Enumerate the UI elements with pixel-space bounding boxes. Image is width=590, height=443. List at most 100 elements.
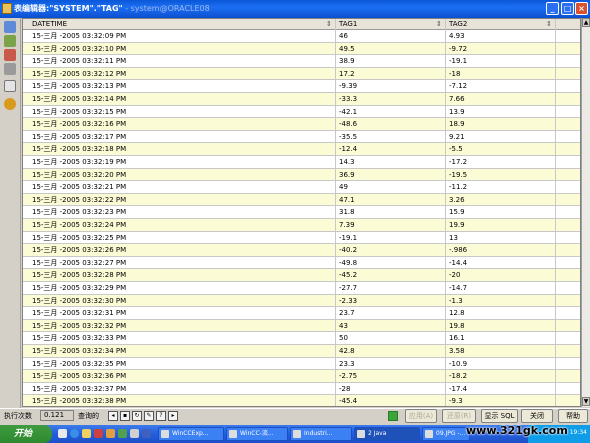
cell-datetime[interactable]: 15-三月 -2005 03:32:27 PM [32,257,126,269]
tool-icon[interactable] [142,429,151,438]
cell-tag1[interactable]: -48.6 [339,118,357,130]
cell-tag1[interactable]: 43 [339,320,348,332]
app-icon[interactable] [94,429,103,438]
cell-datetime[interactable]: 15-三月 -2005 03:32:13 PM [32,80,126,92]
column-header-datetime[interactable]: DATETIME [32,19,67,29]
cell-tag2[interactable]: 18.9 [449,118,465,130]
show-sql-button[interactable]: 显示 SQL [481,409,518,423]
start-button[interactable]: 开始 [0,425,52,443]
cell-tag1[interactable]: 46 [339,30,348,42]
column-header-tag1[interactable]: TAG1 [339,19,357,29]
cell-tag1[interactable]: 23.7 [339,307,355,319]
taskbar-item[interactable]: WinCCExp... [158,427,224,441]
cell-datetime[interactable]: 15-三月 -2005 03:32:25 PM [32,232,126,244]
cell-tag1[interactable]: -45.2 [339,269,357,281]
cell-datetime[interactable]: 15-三月 -2005 03:32:19 PM [32,156,126,168]
cell-tag2[interactable]: -10.9 [449,358,467,370]
table-row[interactable]: 15-三月 -2005 03:32:19 PM 14.3 -17.2 [23,156,580,169]
cell-datetime[interactable]: 15-三月 -2005 03:32:15 PM [32,106,126,118]
cell-tag2[interactable]: -19.1 [449,55,467,67]
nav-next-icon[interactable]: ▸ [168,411,178,421]
cell-tag2[interactable]: 12.8 [449,307,465,319]
table-row[interactable]: 15-三月 -2005 03:32:28 PM -45.2 -20 [23,269,580,282]
cell-tag1[interactable]: 17.2 [339,68,355,80]
table-row[interactable]: 15-三月 -2005 03:32:27 PM -49.8 -14.4 [23,257,580,270]
cell-datetime[interactable]: 15-三月 -2005 03:32:32 PM [32,320,126,332]
cell-tag2[interactable]: -5.5 [449,143,463,155]
cell-tag2[interactable]: 4.93 [449,30,465,42]
nav-prev-icon[interactable]: ▪ [120,411,130,421]
cell-datetime[interactable]: 15-三月 -2005 03:32:16 PM [32,118,126,130]
cell-datetime[interactable]: 15-三月 -2005 03:32:30 PM [32,295,126,307]
cell-tag2[interactable]: 3.58 [449,345,465,357]
table-row[interactable]: 15-三月 -2005 03:32:36 PM -2.75 -18.2 [23,370,580,383]
data-grid[interactable]: DATETIME ⇕ TAG1 ⇕ TAG2 ⇕ 15-三月 -2005 03:… [22,18,581,407]
column-resize-icon[interactable]: ⇕ [436,19,442,29]
cell-tag1[interactable]: 36.9 [339,169,355,181]
cell-tag1[interactable]: 42.8 [339,345,355,357]
cell-tag2[interactable]: 15.9 [449,206,465,218]
taskbar-item[interactable]: 09.JPG -... [422,427,470,441]
cell-datetime[interactable]: 15-三月 -2005 03:32:24 PM [32,219,126,231]
cell-datetime[interactable]: 15-三月 -2005 03:32:37 PM [32,383,126,395]
table-row[interactable]: 15-三月 -2005 03:32:09 PM 46 4.93 [23,30,580,43]
cell-datetime[interactable]: 15-三月 -2005 03:32:18 PM [32,143,126,155]
cell-datetime[interactable]: 15-三月 -2005 03:32:20 PM [32,169,126,181]
cell-datetime[interactable]: 15-三月 -2005 03:32:36 PM [32,370,126,382]
column-resize-icon[interactable]: ⇕ [326,19,332,29]
settings-icon[interactable] [4,35,16,47]
table-row[interactable]: 15-三月 -2005 03:32:30 PM -2.33 -1.3 [23,294,580,308]
cell-tag1[interactable]: -2.33 [339,295,357,307]
cell-tag2[interactable]: -14.4 [449,257,467,269]
cell-tag2[interactable]: 3.26 [449,194,465,206]
cell-tag2[interactable]: -7.12 [449,80,467,92]
cell-tag2[interactable]: -.986 [449,244,467,256]
cell-tag2[interactable]: 19.9 [449,219,465,231]
cell-tag2[interactable]: -18 [449,68,460,80]
table-row[interactable]: 15-三月 -2005 03:32:22 PM 47.1 3.26 [23,193,580,207]
scroll-up-icon[interactable]: ▲ [582,18,590,27]
cell-tag2[interactable]: 13 [449,232,458,244]
revert-button[interactable]: 还原(R) [442,409,476,423]
cell-tag1[interactable]: -12.4 [339,143,357,155]
cell-tag2[interactable]: -19.5 [449,169,467,181]
table-row[interactable]: 15-三月 -2005 03:32:10 PM 49.5 -9.72 [23,42,580,56]
info-icon[interactable] [4,98,16,110]
cell-tag1[interactable]: 47.1 [339,194,355,206]
cell-tag2[interactable]: -9.3 [449,395,463,406]
cell-tag1[interactable]: 14.3 [339,156,355,168]
minimize-button[interactable]: _ [546,2,559,15]
column-header-tag2[interactable]: TAG2 [449,19,467,29]
help-icon[interactable]: ? [156,411,166,421]
cell-tag2[interactable]: -17.4 [449,383,467,395]
cell-datetime[interactable]: 15-三月 -2005 03:32:09 PM [32,30,126,42]
table-row[interactable]: 15-三月 -2005 03:32:24 PM 7.39 19.9 [23,219,580,232]
cell-tag2[interactable]: -11.2 [449,181,467,193]
cell-tag1[interactable]: 50 [339,332,348,344]
cell-datetime[interactable]: 15-三月 -2005 03:32:14 PM [32,93,126,105]
table-row[interactable]: 15-三月 -2005 03:32:34 PM 42.8 3.58 [23,345,580,358]
browser-icon[interactable] [70,429,79,438]
filter-icon[interactable] [4,49,16,61]
table-row[interactable]: 15-三月 -2005 03:32:20 PM 36.9 -19.5 [23,168,580,182]
cell-datetime[interactable]: 15-三月 -2005 03:32:17 PM [32,131,126,143]
nav-edit-icon[interactable]: ✎ [144,411,154,421]
cell-tag1[interactable]: -2.75 [339,370,357,382]
cell-tag2[interactable]: -9.72 [449,43,467,55]
table-row[interactable]: 15-三月 -2005 03:32:23 PM 31.8 15.9 [23,206,580,219]
cell-tag1[interactable]: -9.39 [339,80,357,92]
cell-tag1[interactable]: 49.5 [339,43,355,55]
table-row[interactable]: 15-三月 -2005 03:32:26 PM -40.2 -.986 [23,244,580,257]
taskbar-item-active[interactable]: 2 Java [354,427,420,441]
window-titlebar[interactable]: 表编辑器:"SYSTEM"."TAG" - system@ORACLE08 _ … [0,0,590,18]
table-row[interactable]: 15-三月 -2005 03:32:33 PM 50 16.1 [23,332,580,345]
table-row[interactable]: 15-三月 -2005 03:32:29 PM -27.7 -14.7 [23,282,580,295]
table-row[interactable]: 15-三月 -2005 03:32:37 PM -28 -17.4 [23,383,580,396]
column-resize-icon[interactable]: ⇕ [546,19,552,29]
cell-datetime[interactable]: 15-三月 -2005 03:32:31 PM [32,307,126,319]
scroll-down-icon[interactable]: ▼ [582,397,590,406]
cell-tag2[interactable]: -1.3 [449,295,463,307]
media-icon[interactable] [118,429,127,438]
program-icon[interactable] [130,429,139,438]
cell-tag1[interactable]: -19.1 [339,232,357,244]
